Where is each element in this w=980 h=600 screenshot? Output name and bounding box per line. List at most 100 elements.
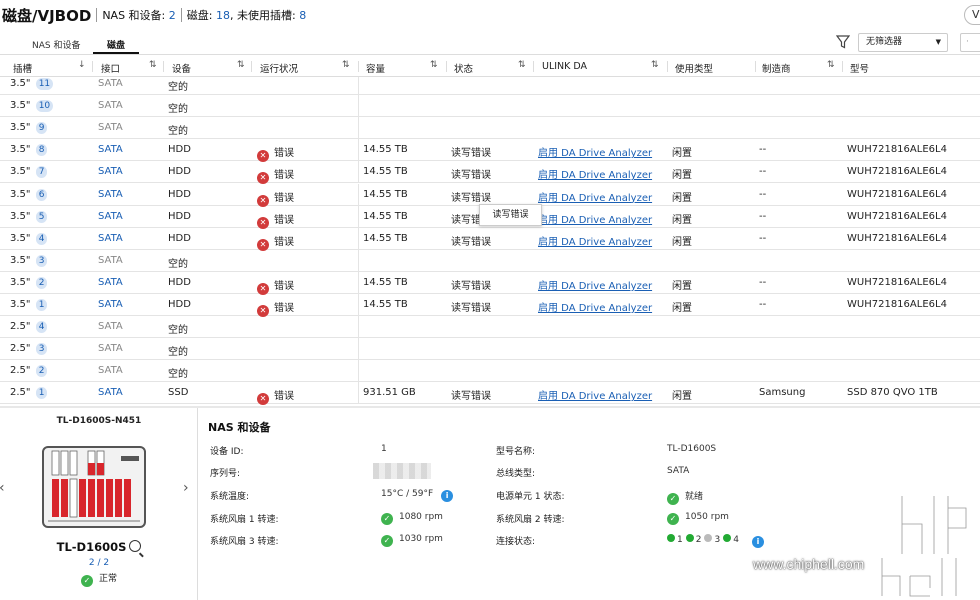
active-tab-indicator [93, 52, 139, 54]
slot-number-badge: 3 [35, 254, 48, 267]
capacity-cell: 931.51 GB [363, 387, 416, 399]
table-row[interactable]: 3.5" 1 SATA HDD ✕ 错误 14.55 TB 读写错误 启用 DA Drive … [0, 294, 980, 317]
sort-icon[interactable]: ⇅ [518, 60, 526, 70]
fan3-value: ✓ 1030 rpm [381, 534, 443, 547]
model-cell: WUH721816ALE6L4 [847, 188, 947, 200]
col-ulink[interactable]: ULINK DA [542, 61, 587, 72]
connection-port-indicator: 3 [704, 534, 720, 545]
col-usage[interactable]: 使用类型 [675, 61, 713, 75]
table-row[interactable]: 3.5" 2 SATA HDD ✕ 错误 14.55 TB 读写错误 启用 DA Drive … [0, 271, 980, 295]
col-slot[interactable]: 插槽 [13, 61, 32, 75]
col-capacity[interactable]: 容量 [366, 61, 385, 75]
table-row[interactable]: 2.5" 1 SATA SSD ✕ 错误 931.51 GB 读写错误 启用 DA Drive… [0, 382, 980, 406]
check-circle-icon: ✓ [667, 493, 679, 505]
chevron-down-icon: ▼ [935, 38, 941, 46]
filter-icon[interactable] [836, 35, 850, 49]
slot-cell: 2.5" 2 [10, 365, 48, 378]
device-cell: SSD [168, 387, 189, 399]
enable-da-link[interactable]: 启用 DA Drive Analyzer [538, 299, 652, 314]
col-status[interactable]: 状态 [454, 61, 473, 75]
table-row[interactable]: 2.5" 4 SATA 空的 [0, 316, 980, 339]
interface-cell: SATA [98, 210, 123, 222]
sort-icon[interactable]: ⇅ [342, 60, 350, 70]
enable-da-link[interactable]: 启用 DA Drive Analyzer [538, 166, 652, 181]
enable-da-link[interactable]: 启用 DA Drive Analyzer [538, 144, 652, 159]
col-health[interactable]: 运行状况 [260, 61, 298, 75]
table-row[interactable]: 3.5" 3 SATA 空的 [0, 249, 980, 272]
usage-cell: 闲置 [672, 236, 692, 248]
table-row[interactable]: 3.5" 6 SATA HDD ✕ 错误 14.55 TB 读写错误 启用 DA Drive … [0, 183, 980, 207]
view-toggle-button[interactable]: V [964, 5, 980, 25]
info-icon[interactable]: i [441, 490, 454, 502]
table-row[interactable]: 3.5" 7 SATA HDD ✕ 错误 14.55 TB 读写错误 启用 DA Drive … [0, 161, 980, 185]
slot-cell: 3.5" 1 [10, 299, 48, 311]
table-row[interactable]: 3.5" 10 SATA 空的 [0, 95, 980, 118]
interface-cell: SATA [98, 254, 123, 266]
col-maker[interactable]: 制造商 [762, 61, 791, 75]
model-cell: WUH721816ALE6L4 [847, 210, 947, 222]
col-device[interactable]: 设备 [172, 61, 191, 75]
check-circle-icon: ✓ [667, 513, 679, 525]
maker-cell: -- [759, 210, 767, 222]
slot-number-badge: 4 [35, 232, 48, 245]
col-interface[interactable]: 接口 [101, 61, 120, 75]
status-dot-icon [704, 534, 713, 542]
model-value: TL-D1600S [667, 444, 717, 454]
tab-nas-devices[interactable]: NAS 和设备 [32, 38, 80, 51]
table-row[interactable]: 2.5" 3 SATA 空的 [0, 338, 980, 361]
fan2-label: 系统风扇 2 转速: [496, 515, 565, 525]
sort-icon[interactable]: ⇅ [237, 60, 245, 70]
table-row[interactable]: 3.5" 9 SATA 空的 [0, 117, 980, 140]
chevron-left-icon[interactable]: ‹ [0, 480, 5, 496]
table-row[interactable]: 3.5" 11 SATA 空的 [0, 77, 980, 96]
model-cell: WUH721816ALE6L4 [847, 276, 947, 288]
chevron-right-icon[interactable]: › [183, 480, 189, 496]
enable-da-link[interactable]: 启用 DA Drive Analyzer [538, 233, 652, 248]
sort-icon[interactable]: ⇅ [651, 60, 659, 70]
maker-cell: -- [759, 188, 767, 200]
interface-cell: SATA [98, 166, 123, 178]
health-cell: ✕ 错误 [257, 189, 294, 207]
col-model[interactable]: 型号 [850, 61, 869, 75]
filter-select[interactable]: 无筛选器 ▼ [858, 33, 948, 52]
sort-desc-icon[interactable]: ↓ [78, 60, 86, 70]
enable-da-link[interactable]: 启用 DA Drive Analyzer [538, 387, 652, 402]
more-button[interactable]: · [960, 33, 980, 52]
enable-da-link[interactable]: 启用 DA Drive Analyzer [538, 189, 652, 204]
table-row[interactable]: 2.5" 2 SATA 空的 [0, 360, 980, 383]
table-row[interactable]: 3.5" 8 SATA HDD ✕ 错误 14.55 TB 读写错误 启用 DA Drive … [0, 139, 980, 163]
device-cell: 空的 [168, 126, 188, 138]
check-circle-icon: ✓ [381, 535, 393, 547]
usage-cell: 闲置 [672, 170, 692, 182]
slot-cell: 3.5" 9 [10, 122, 48, 135]
slot-cell: 2.5" 1 [10, 387, 48, 400]
sort-icon[interactable]: ⇅ [827, 60, 835, 70]
model-cell: WUH721816ALE6L4 [847, 144, 947, 156]
capacity-cell: 14.55 TB [363, 232, 408, 244]
info-icon[interactable]: i [751, 536, 764, 548]
sort-icon[interactable]: ⇅ [430, 60, 438, 70]
device-cell: HDD [168, 144, 191, 156]
device-cell: HDD [168, 188, 191, 200]
bus-label: 总线类型: [496, 469, 536, 479]
device-cell: 空的 [168, 347, 188, 359]
device-cell: 空的 [168, 325, 188, 337]
model-label: 型号名称: [496, 447, 536, 457]
connection-port-indicator: 2 [685, 534, 701, 545]
sort-icon[interactable]: ⇅ [149, 60, 157, 70]
zoom-in-icon[interactable] [129, 540, 142, 552]
slot-number-badge: 9 [35, 122, 48, 135]
slot-cell: 3.5" 11 [10, 78, 54, 90]
enable-da-link[interactable]: 启用 DA Drive Analyzer [538, 211, 652, 226]
divider [96, 8, 98, 22]
capacity-cell: 14.55 TB [363, 144, 408, 156]
slot-number-badge: 7 [35, 166, 48, 179]
table-row[interactable]: 3.5" 4 SATA HDD ✕ 错误 14.55 TB 读写错误 启用 DA Drive … [0, 227, 980, 251]
fan1-value: ✓ 1080 rpm [381, 512, 443, 525]
enable-da-link[interactable]: 启用 DA Drive Analyzer [538, 277, 652, 292]
device-cell: HDD [168, 276, 191, 288]
health-cell: ✕ 错误 [257, 211, 294, 229]
tab-disks[interactable]: 磁盘 [107, 38, 125, 51]
device-panel: TL-D1600S-N451 ‹ › TL-D1600S 2 / 2 ✓正常 [0, 408, 198, 600]
device-cell: 空的 [168, 258, 188, 270]
